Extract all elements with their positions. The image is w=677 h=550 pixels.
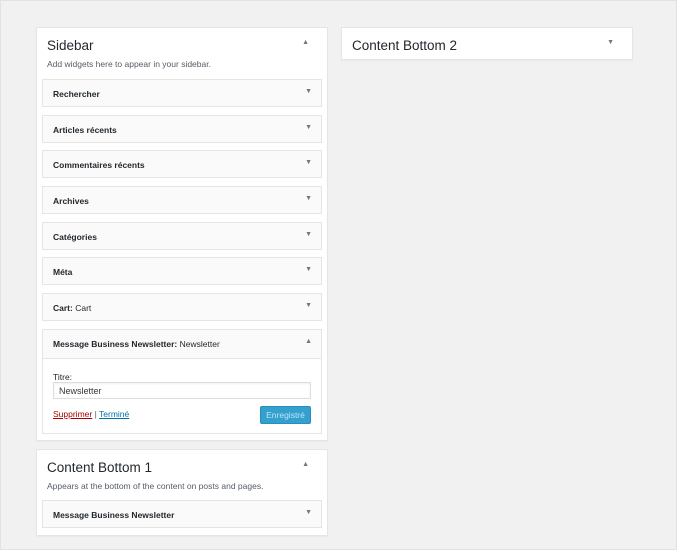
title-input[interactable]: [53, 382, 311, 399]
widget-meta[interactable]: Méta ▼: [42, 257, 322, 285]
widget-title: Catégories: [53, 232, 97, 242]
sidebar-title: Sidebar: [47, 38, 94, 53]
expand-arrow-icon[interactable]: ▼: [305, 88, 312, 95]
done-link[interactable]: Terminé: [99, 409, 129, 419]
link-separator: |: [94, 409, 97, 419]
expand-arrow-icon[interactable]: ▼: [305, 302, 312, 309]
content-bottom-2-header[interactable]: Content Bottom 2 ▼: [352, 28, 622, 60]
expand-arrow-icon[interactable]: ▼: [305, 509, 312, 516]
widget-message-business-newsletter-open: Message Business Newsletter: Newsletter …: [42, 329, 322, 434]
widget-commentaires-recents[interactable]: Commentaires récents ▼: [42, 150, 322, 178]
widget-instance-title: Newsletter: [179, 339, 220, 349]
widget-control-links: Supprimer | Terminé: [53, 409, 129, 419]
expand-arrow-icon[interactable]: ▼: [305, 159, 312, 166]
widget-categories[interactable]: Catégories ▼: [42, 222, 322, 250]
expand-arrow-icon[interactable]: ▼: [305, 124, 312, 131]
collapse-arrow-icon[interactable]: ▲: [302, 461, 309, 468]
sidebar-header[interactable]: Sidebar ▲: [47, 28, 317, 60]
expand-arrow-icon[interactable]: ▼: [305, 266, 312, 273]
widget-area-content-bottom-2: Content Bottom 2 ▼: [341, 27, 633, 60]
widget-title: Archives: [53, 196, 89, 206]
widget-header[interactable]: Message Business Newsletter: Newsletter …: [43, 330, 321, 359]
widget-title: Commentaires récents: [53, 160, 145, 170]
widget-title: Message Business Newsletter: Newsletter: [53, 339, 220, 349]
collapse-arrow-icon[interactable]: ▲: [302, 39, 309, 46]
widget-articles-recents[interactable]: Articles récents ▼: [42, 115, 322, 143]
content-bottom-1-title: Content Bottom 1: [47, 460, 153, 475]
content-bottom-1-description: Appears at the bottom of the content on …: [47, 481, 264, 491]
widget-title: Rechercher: [53, 89, 100, 99]
save-button[interactable]: Enregistré: [260, 406, 311, 424]
widget-title: Articles récents: [53, 125, 117, 135]
content-bottom-1-header[interactable]: Content Bottom 1 ▲: [47, 450, 317, 482]
widget-title: Message Business Newsletter: [53, 510, 175, 520]
widget-archives[interactable]: Archives ▼: [42, 186, 322, 214]
expand-arrow-icon[interactable]: ▼: [305, 195, 312, 202]
expand-arrow-icon[interactable]: ▼: [607, 39, 614, 46]
widget-rechercher[interactable]: Rechercher ▼: [42, 79, 322, 107]
content-bottom-2-title: Content Bottom 2: [352, 38, 458, 53]
title-field-label: Titre:: [53, 372, 73, 382]
widget-title: Méta: [53, 267, 73, 277]
widget-instance-title: Cart: [75, 303, 92, 313]
sidebar-description: Add widgets here to appear in your sideb…: [47, 59, 211, 69]
collapse-arrow-icon[interactable]: ▲: [305, 338, 312, 345]
delete-link[interactable]: Supprimer: [53, 409, 92, 419]
widget-area-sidebar: Sidebar ▲ Add widgets here to appear in …: [36, 27, 328, 441]
widget-title: Cart: Cart: [53, 303, 92, 313]
widget-cart[interactable]: Cart: Cart ▼: [42, 293, 322, 321]
widget-area-content-bottom-1: Content Bottom 1 ▲ Appears at the bottom…: [36, 449, 328, 536]
expand-arrow-icon[interactable]: ▼: [305, 231, 312, 238]
widget-message-business-newsletter[interactable]: Message Business Newsletter ▼: [42, 500, 322, 528]
